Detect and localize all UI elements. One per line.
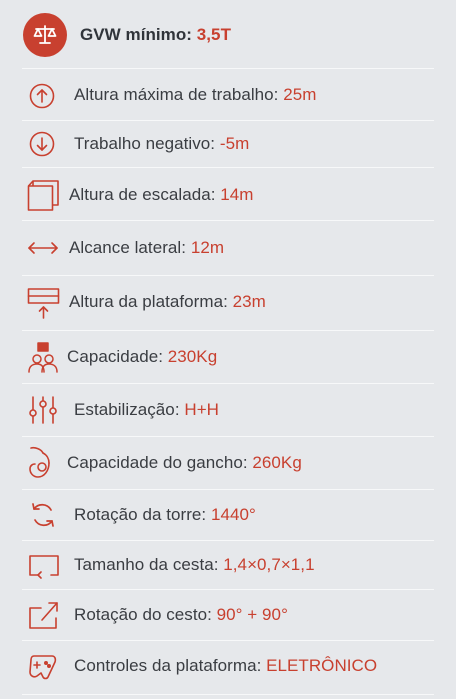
rotation-icon <box>29 501 57 529</box>
spec-label: Altura de escalada: 14m <box>69 185 254 204</box>
spec-label: Trabalho negativo: -5m <box>74 134 250 153</box>
spec-label: Capacidade: 230Kg <box>67 347 218 366</box>
arrow-down-circle-icon <box>29 131 55 157</box>
spec-row-stabilization: Estabilização: H+H <box>0 384 456 436</box>
divider <box>22 694 434 695</box>
spec-value: ELETRÔNICO <box>266 656 378 675</box>
spec-value: -5m <box>219 134 250 153</box>
spec-row-tower-rotation: Rotação da torre: 1440° <box>0 490 456 540</box>
spec-value: 90° + 90° <box>216 605 288 624</box>
stabilizer-sliders-icon <box>29 395 57 425</box>
spec-row-max-height: Altura máxima de trabalho: 25m <box>0 70 456 120</box>
platform-height-icon <box>27 286 61 320</box>
horizontal-arrows-icon <box>27 241 59 255</box>
spec-value: 23m <box>232 292 266 311</box>
spec-label: Estabilização: H+H <box>74 400 220 419</box>
spec-list: GVW mínimo: 3,5T Altura máxima de trabal… <box>0 0 456 699</box>
spec-value: H+H <box>184 400 220 419</box>
spec-value: 1440° <box>210 505 256 524</box>
spec-value: 260Kg <box>252 453 302 472</box>
gamepad-icon <box>28 652 58 680</box>
spec-row-platform-height: Altura da plataforma: 23m <box>0 276 456 328</box>
spec-row-basket-size: Tamanho da cesta: 1,4×0,7×1,1 <box>0 541 456 589</box>
spec-row-gvw: GVW mínimo: 3,5T <box>0 10 456 60</box>
spec-row-hook-capacity: Capacidade do gancho: 260Kg <box>0 437 456 489</box>
spec-value: 3,5T <box>196 25 231 44</box>
spec-row-negative-work: Trabalho negativo: -5m <box>0 121 456 167</box>
spec-label: Altura máxima de trabalho: 25m <box>74 85 317 104</box>
spec-label: Tamanho da cesta: 1,4×0,7×1,1 <box>74 555 315 574</box>
spec-value: 12m <box>190 238 225 257</box>
spec-value: 25m <box>283 85 317 104</box>
spec-value: 1,4×0,7×1,1 <box>223 555 315 574</box>
spec-label: Rotação da torre: 1440° <box>74 505 256 524</box>
spec-label: GVW mínimo: 3,5T <box>80 25 231 44</box>
spec-row-lateral-reach: Alcance lateral: 12m <box>0 221 456 275</box>
spec-value: 230Kg <box>167 347 218 366</box>
hook-icon <box>27 445 57 481</box>
spec-label: Controles da plataforma: ELETRÔNICO <box>74 656 378 675</box>
spec-label: Capacidade do gancho: 260Kg <box>67 453 302 472</box>
divider <box>22 68 434 69</box>
spec-row-capacity: Capacidade: 230Kg <box>0 331 456 383</box>
spec-row-basket-rotation: Rotação do cesto: 90° + 90° <box>0 590 456 640</box>
basket-rotation-icon <box>28 600 60 630</box>
spec-label: Rotação do cesto: 90° + 90° <box>74 605 288 624</box>
spec-label: Altura da plataforma: 23m <box>69 292 266 311</box>
spec-value: 14m <box>220 185 254 204</box>
scale-icon <box>33 24 57 46</box>
arrow-up-circle-icon <box>29 83 55 109</box>
spec-label: Alcance lateral: 12m <box>69 238 225 257</box>
people-capacity-icon <box>27 341 59 375</box>
scale-badge <box>23 13 67 57</box>
spec-row-climb-height: Altura de escalada: 14m <box>0 168 456 220</box>
climb-height-icon <box>27 178 61 212</box>
spec-row-platform-controls: Controles da plataforma: ELETRÔNICO <box>0 641 456 691</box>
basket-size-icon <box>28 553 60 579</box>
